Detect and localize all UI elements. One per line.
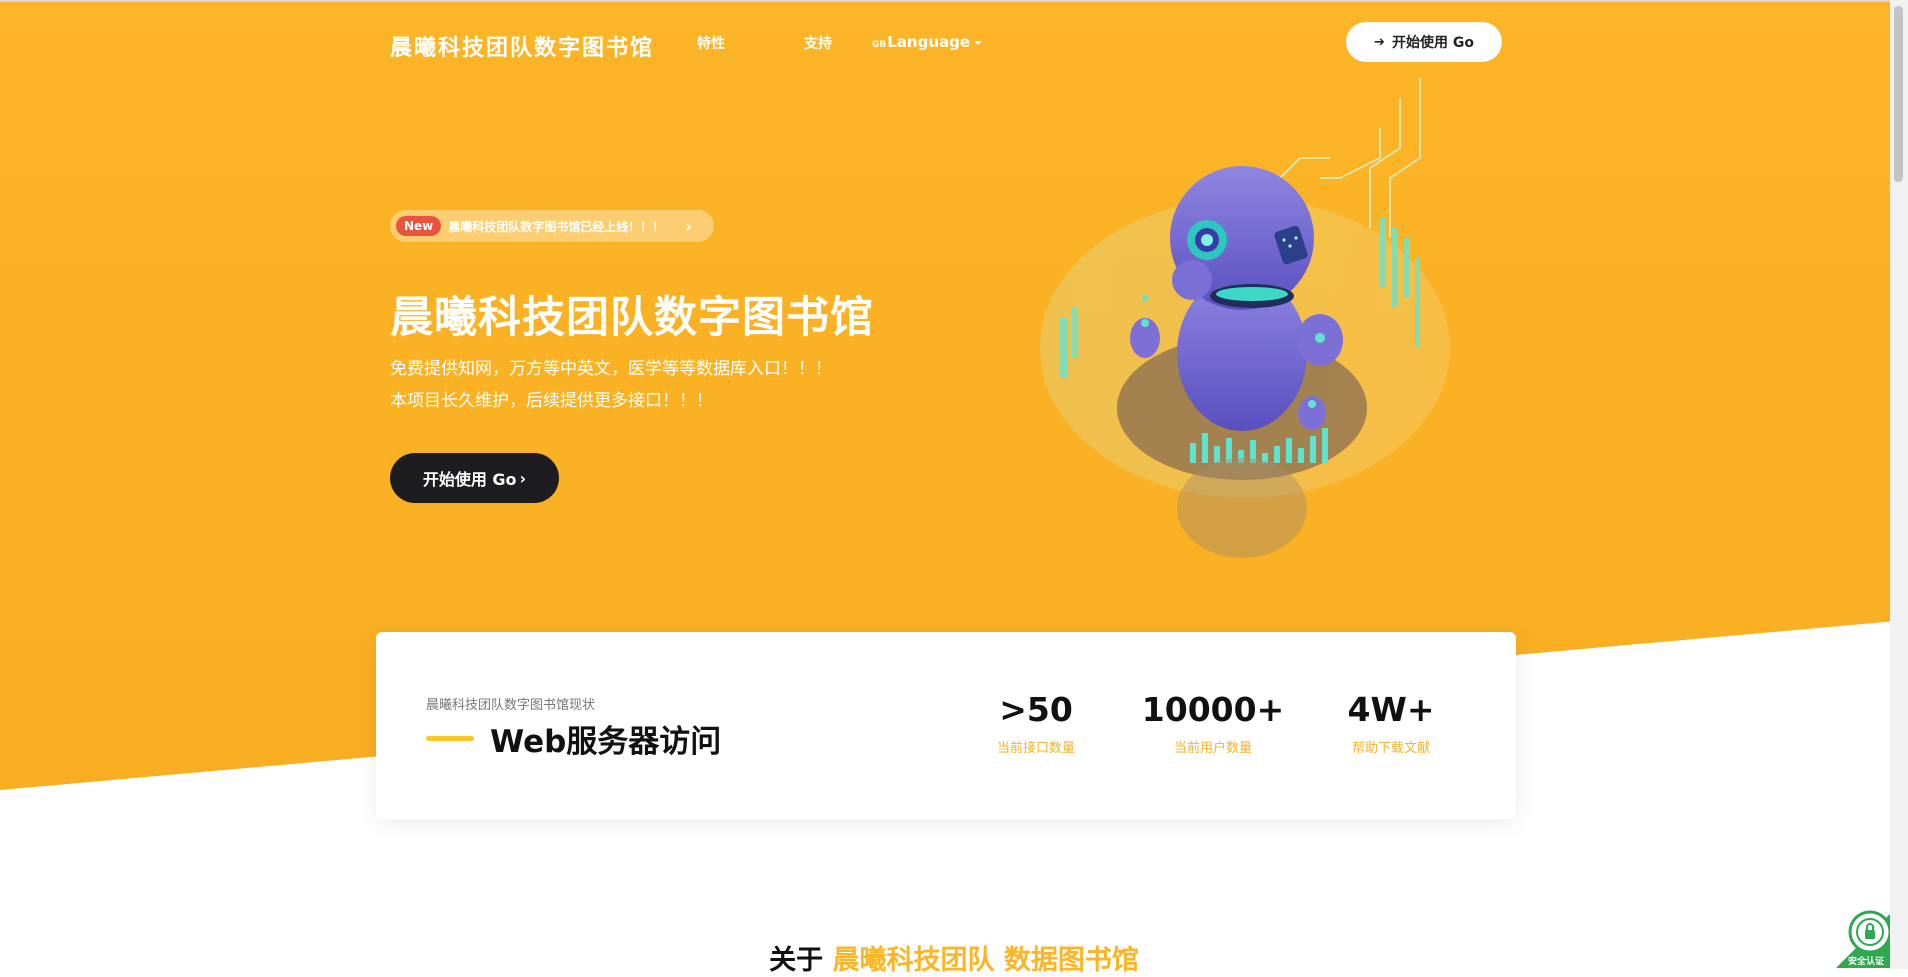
language-label: Language — [887, 33, 971, 51]
accent-bar — [426, 736, 474, 741]
start-button-label: 开始使用 Go — [1391, 35, 1474, 51]
gb-flag-icon: GB — [872, 40, 887, 50]
chevron-right-icon: › — [685, 216, 692, 236]
stat-label: 当前用户数量 — [1173, 741, 1252, 756]
brand-logo[interactable]: 晨曦科技团队数字图书馆 — [390, 30, 654, 62]
language-dropdown[interactable]: GBLanguage — [872, 33, 983, 51]
hero-start-button[interactable]: 开始使用 Go › — [390, 453, 559, 503]
hero-desc-line-2: 本项目长久维护，后续提供更多接口！！！ — [390, 391, 713, 411]
nav-item-features[interactable]: 特性 — [697, 33, 725, 53]
scrollbar-thumb[interactable] — [1894, 6, 1903, 182]
stats-card: 晨曦科技团队数字图书馆现状 Web服务器访问 >50 当前接口数量 10000+… — [376, 632, 1516, 819]
announcement-text: 晨曦科技团队数字图书馆已经上线！！！ — [448, 219, 665, 234]
stats-title: Web服务器访问 — [490, 724, 722, 760]
page-scrollbar[interactable] — [1890, 0, 1908, 969]
hero-description: 免费提供知网，万方等中英文，医学等等数据库入口！！！ 本项目长久维护，后续提供更… — [390, 353, 832, 417]
hero-title: 晨曦科技团队数字图书馆 — [390, 293, 874, 343]
stat-value: 10000+ — [1141, 690, 1285, 729]
security-badge-label: 安全认证 — [1848, 957, 1885, 967]
about-highlight: 晨曦科技团队 数据图书馆 — [832, 945, 1139, 976]
about-prefix: 关于 — [769, 945, 824, 976]
stat-value: >50 — [999, 690, 1073, 729]
stat-downloads: 4W+ 帮助下载文献 — [1311, 690, 1471, 756]
start-button-top[interactable]: ➔ 开始使用 Go — [1346, 22, 1502, 62]
chevron-right-icon: › — [519, 468, 527, 488]
hero-desc-line-1: 免费提供知网，万方等中英文，医学等等数据库入口！！！ — [390, 359, 832, 379]
stat-label: 帮助下载文献 — [1351, 741, 1430, 756]
window-top-border — [0, 0, 1908, 2]
announcement-pill[interactable]: New 晨曦科技团队数字图书馆已经上线！！！ › — [390, 210, 714, 242]
robot-illustration — [1040, 78, 1450, 558]
sign-in-icon: ➔ — [1374, 34, 1385, 50]
stat-value: 4W+ — [1347, 690, 1435, 729]
stats-subtitle: 晨曦科技团队数字图书馆现状 — [426, 698, 596, 713]
hero-start-label: 开始使用 Go — [422, 470, 517, 489]
stat-interfaces: >50 当前接口数量 — [956, 690, 1116, 756]
stat-label: 当前接口数量 — [996, 741, 1075, 756]
about-heading: 关于 晨曦科技团队 数据图书馆 — [0, 938, 1908, 977]
nav-item-support[interactable]: 支持 — [804, 33, 832, 53]
new-badge: New — [396, 216, 442, 236]
caret-down-icon — [974, 40, 983, 45]
stat-users: 10000+ 当前用户数量 — [1133, 690, 1293, 756]
